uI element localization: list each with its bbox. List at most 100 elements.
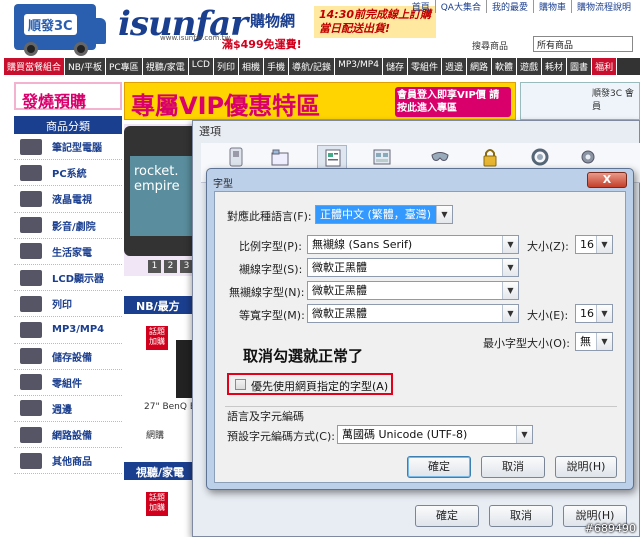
- category-item[interactable]: 零組件: [14, 370, 122, 396]
- tab-content[interactable]: [317, 145, 347, 169]
- options-cancel-button[interactable]: 取消: [489, 505, 553, 527]
- size-select-value: 16: [580, 238, 594, 251]
- nav-item[interactable]: 網路: [466, 58, 492, 75]
- language-label: 對應此種語言(F):: [227, 210, 312, 223]
- tab-tabs[interactable]: [265, 145, 295, 169]
- options-ok-button[interactable]: 確定: [415, 505, 479, 527]
- lock-icon: [483, 149, 497, 167]
- nav-item[interactable]: 視聽/家電: [142, 58, 189, 75]
- size-label: 大小(Z):: [527, 240, 569, 253]
- tab-privacy[interactable]: [425, 145, 455, 169]
- top-link-favorites[interactable]: 我的最愛: [485, 0, 533, 13]
- nav-item[interactable]: 零組件: [407, 58, 442, 75]
- tab-sync[interactable]: [525, 145, 555, 169]
- store-badge-label: 順發3C: [24, 14, 77, 35]
- min-size-select[interactable]: 無 ▼: [575, 332, 613, 351]
- category-label: 儲存設備: [52, 352, 92, 364]
- pager-button[interactable]: 2: [164, 260, 177, 273]
- allow-page-fonts-label[interactable]: 優先使用網頁指定的字型(A): [251, 378, 388, 394]
- tab-applications[interactable]: [367, 145, 397, 169]
- nav-item[interactable]: 耗材: [542, 58, 568, 75]
- nav-item[interactable]: LCD: [188, 58, 214, 75]
- category-item[interactable]: 週邊: [14, 396, 122, 423]
- site-logo-subtitle: 購物網: [250, 12, 296, 30]
- proportional-select[interactable]: 無襯線 (Sans Serif) ▼: [307, 235, 519, 254]
- screenshot-root: 順發3C isunfar 購物網 www.isunfar.com.tw 滿$49…: [0, 0, 640, 537]
- preorder-title[interactable]: 發燒預購: [14, 82, 122, 111]
- nav-item[interactable]: 週邊: [441, 58, 467, 75]
- close-button[interactable]: X: [587, 172, 627, 188]
- nav-item[interactable]: 導航/記錄: [289, 58, 336, 75]
- nav-item[interactable]: 列印: [213, 58, 239, 75]
- fonts-cancel-button[interactable]: 取消: [481, 456, 545, 478]
- chevron-down-icon: ▼: [502, 236, 518, 253]
- top-link-guide[interactable]: 購物流程說明: [570, 0, 636, 13]
- tab-advanced[interactable]: [573, 145, 603, 169]
- category-header: 商品分類: [14, 116, 122, 134]
- laptop-icon: [20, 138, 42, 155]
- product-name[interactable]: 27" BenQ E: [144, 402, 196, 412]
- nav-item[interactable]: 手機: [264, 58, 290, 75]
- nav-item[interactable]: 圖書: [567, 58, 593, 75]
- privacy-mask-icon: [431, 152, 449, 161]
- store-badge[interactable]: 順發3C: [14, 4, 106, 56]
- allow-page-fonts-checkbox[interactable]: [235, 379, 246, 390]
- free-shipping-promo[interactable]: 滿$499免運費!: [222, 36, 302, 52]
- serif-select[interactable]: 微軟正黑體 ▼: [307, 258, 519, 277]
- mono-size-select[interactable]: 16 ▼: [575, 304, 613, 323]
- chevron-down-icon: ▼: [502, 305, 518, 322]
- category-item[interactable]: 生活家電: [14, 239, 122, 265]
- category-label: 列印: [52, 300, 72, 312]
- misc-product-icon: [20, 452, 42, 469]
- nav-item[interactable]: NB/平板: [65, 58, 106, 75]
- nav-item[interactable]: MP3/MP4: [335, 58, 383, 75]
- truck-wheel: [74, 42, 88, 56]
- fonts-ok-button[interactable]: 確定: [407, 456, 471, 478]
- nav-item[interactable]: PC專區: [105, 58, 143, 75]
- category-item[interactable]: 液晶電視: [14, 186, 122, 213]
- tab-general[interactable]: [221, 145, 251, 169]
- category-list: 筆記型電腦 PC系統 液晶電視 影音/劇院 生活家電 LCD顯示器 列印 MP3…: [14, 134, 122, 475]
- appliance-icon: [20, 243, 42, 260]
- category-item[interactable]: LCD顯示器: [14, 265, 122, 292]
- category-label: 週邊: [52, 404, 72, 416]
- nav-item[interactable]: 購買當餐組合: [4, 58, 66, 75]
- vip-banner-subtitle: 會員登入即享VIP價 請按此進入專區: [395, 87, 511, 117]
- category-label: 影音/劇院: [52, 221, 96, 233]
- category-item[interactable]: PC系統: [14, 160, 122, 187]
- search-label: 搜尋商品: [472, 42, 509, 52]
- category-item[interactable]: MP3/MP4: [14, 317, 122, 344]
- category-item[interactable]: 列印: [14, 291, 122, 318]
- top-link-qa[interactable]: QA大集合: [434, 0, 486, 13]
- section-divider: [225, 406, 617, 407]
- category-item[interactable]: 儲存設備: [14, 344, 122, 370]
- nav-item[interactable]: 軟體: [492, 58, 518, 75]
- nav-item[interactable]: 相機: [238, 58, 264, 75]
- proportional-select-value: 無襯線 (Sans Serif): [312, 238, 413, 251]
- category-item[interactable]: 其他商品: [14, 448, 122, 475]
- category-item[interactable]: 筆記型電腦: [14, 134, 122, 161]
- search-scope-select[interactable]: 所有商品: [533, 36, 633, 52]
- pager-button[interactable]: 1: [148, 260, 161, 273]
- product-subtitle: 網購: [146, 431, 165, 441]
- top-link-cart[interactable]: 購物車: [532, 0, 571, 13]
- fonts-help-button[interactable]: 說明(H): [555, 456, 617, 478]
- size-select[interactable]: 16 ▼: [575, 235, 613, 254]
- category-item[interactable]: 網路設備: [14, 422, 122, 449]
- truck-wheel: [24, 42, 38, 56]
- nav-item[interactable]: 儲存: [382, 58, 408, 75]
- top-link-home[interactable]: 首頁: [407, 0, 435, 13]
- encoding-select[interactable]: 萬國碼 Unicode (UTF-8) ▼: [337, 425, 533, 444]
- tab-security[interactable]: [475, 145, 505, 169]
- monospace-select[interactable]: 微軟正黑體 ▼: [307, 304, 519, 323]
- language-select[interactable]: 正體中文 (繁體，臺灣) ▼: [315, 205, 453, 224]
- site-url: www.isunfar.com.tw: [160, 34, 231, 42]
- vip-banner[interactable]: 專屬VIP優惠特區 會員登入即享VIP價 請按此進入專區: [124, 82, 516, 120]
- sans-serif-select[interactable]: 微軟正黑體 ▼: [307, 281, 519, 300]
- chevron-down-icon: ▼: [596, 333, 612, 350]
- mono-size-select-value: 16: [580, 307, 594, 320]
- mono-size-label: 大小(E):: [527, 309, 569, 322]
- nav-item[interactable]: 福利: [592, 58, 618, 75]
- category-item[interactable]: 影音/劇院: [14, 213, 122, 239]
- nav-item[interactable]: 遊戲: [517, 58, 543, 75]
